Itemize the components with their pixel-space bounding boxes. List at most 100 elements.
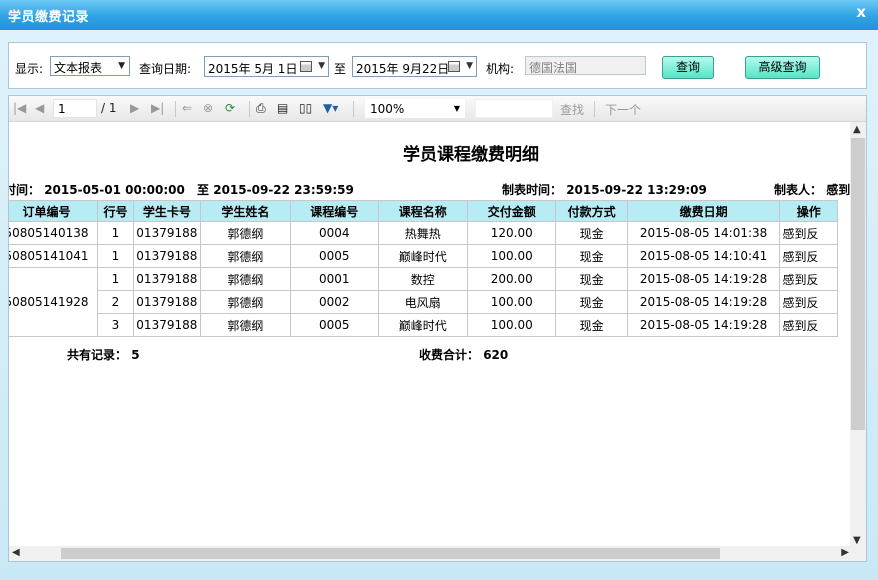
course-name-cell: 巅峰时代	[377, 313, 468, 337]
line-cell: 1	[96, 267, 134, 291]
filter-panel: 显示: 文本报表 ▼ 查询日期: 2015年 5月 1日 ▼ 至 2015年 9…	[8, 42, 867, 89]
back-icon[interactable]: ⇐	[182, 101, 192, 115]
course-name-cell: 热舞热	[377, 221, 468, 245]
zoom-select[interactable]: 100% ▼	[365, 99, 465, 118]
pay-date-cell: 2015-08-05 14:10:41	[626, 244, 781, 268]
scroll-left-icon[interactable]: ◀	[12, 547, 20, 558]
line-cell: 1	[96, 221, 134, 245]
name-cell: 郭德纲	[199, 290, 292, 314]
column-header[interactable]: 学生卡号	[132, 200, 201, 222]
total-fee-label: 收费合计：	[419, 348, 480, 362]
chevron-down-icon: ▼	[118, 61, 125, 71]
page-setup-icon[interactable]: ▤	[277, 101, 288, 115]
find-next-button[interactable]: 下一个	[605, 101, 641, 118]
find-button[interactable]: 查找	[560, 101, 584, 118]
column-header[interactable]: 课程名称	[377, 200, 468, 222]
made-by-value: 感到	[826, 183, 851, 197]
column-header[interactable]: 学生姓名	[199, 200, 292, 222]
table-header-row: 订单编号 行号 学生卡号 学生姓名 课程编号 课程名称 交付金额 付款方式 缴费…	[9, 200, 838, 222]
course-no-cell: 0001	[290, 267, 379, 291]
operator-cell: 感到反	[779, 313, 838, 337]
prev-page-icon[interactable]: ◀	[35, 101, 44, 115]
column-header[interactable]: 订单编号	[9, 200, 98, 222]
stop-icon[interactable]: ⊗	[203, 101, 213, 115]
card-cell: 01379188	[132, 290, 201, 314]
operator-cell: 感到反	[779, 290, 838, 314]
close-icon[interactable]: x	[856, 3, 866, 21]
page-number-input[interactable]: 1	[53, 99, 97, 118]
course-no-cell: 0005	[290, 313, 379, 337]
report-made-time: 制表时间： 2015-09-22 13:29:09	[502, 181, 707, 198]
query-button[interactable]: 查询	[662, 56, 714, 79]
scroll-right-icon[interactable]: ▶	[841, 547, 849, 558]
date-to-value: 2015年 9月22日	[356, 62, 450, 76]
amount-cell: 100.00	[466, 313, 557, 337]
made-by-label: 制表人：	[774, 183, 823, 197]
period-label: 时间：	[9, 183, 41, 197]
vertical-scroll-thumb[interactable]	[851, 138, 865, 430]
name-cell: 郭德纲	[199, 267, 292, 291]
report-made-by: 制表人： 感到	[774, 181, 850, 198]
scroll-up-icon[interactable]: ▲	[853, 124, 861, 135]
pay-date-cell: 2015-08-05 14:19:28	[626, 313, 781, 337]
last-page-icon[interactable]: ▶|	[151, 101, 164, 115]
line-cell: 1	[96, 244, 134, 268]
next-page-icon[interactable]: ▶	[130, 101, 139, 115]
pay-method-cell: 现金	[555, 290, 628, 314]
name-cell: 郭德纲	[199, 313, 292, 337]
date-from-picker[interactable]: 2015年 5月 1日 ▼	[204, 56, 329, 77]
window-client: 显示: 文本报表 ▼ 查询日期: 2015年 5月 1日 ▼ 至 2015年 9…	[0, 30, 878, 580]
chevron-down-icon: ▼	[453, 104, 460, 113]
pay-method-cell: 现金	[555, 267, 628, 291]
card-cell: 01379188	[132, 267, 201, 291]
scroll-down-icon[interactable]: ▼	[853, 535, 861, 546]
period-to: 2015-09-22 23:59:59	[213, 183, 354, 197]
calendar-icon	[300, 61, 312, 72]
find-input[interactable]	[475, 99, 553, 118]
display-select-value: 文本报表	[54, 61, 103, 75]
table-row: 50805140138 1 01379188 郭德纲 0004 热舞热 120.…	[9, 221, 838, 245]
amount-cell: 120.00	[466, 221, 557, 245]
org-field[interactable]: 德国法国	[525, 56, 646, 75]
date-to-picker[interactable]: 2015年 9月22日 ▼	[352, 56, 477, 77]
window-title: 学员缴费记录	[8, 10, 90, 25]
operator-cell: 感到反	[779, 267, 838, 291]
pay-method-cell: 现金	[555, 313, 628, 337]
column-header[interactable]: 课程编号	[290, 200, 379, 222]
card-cell: 01379188	[132, 313, 201, 337]
first-page-icon[interactable]: |◀	[13, 101, 26, 115]
course-name-cell: 电风扇	[377, 290, 468, 314]
print-layout-icon[interactable]: ▯▯	[299, 101, 312, 115]
column-header[interactable]: 交付金额	[466, 200, 557, 222]
print-icon[interactable]: ⎙	[256, 101, 266, 116]
export-icon[interactable]: ▼▾	[323, 101, 338, 115]
display-label: 显示:	[15, 62, 44, 76]
display-select[interactable]: 文本报表 ▼	[50, 56, 130, 76]
table-row: 2 01379188 郭德纲 0002 电风扇 100.00 现金 2015-0…	[9, 290, 838, 314]
toolbar-separator	[353, 101, 354, 117]
horizontal-scroll-thumb[interactable]	[61, 548, 720, 559]
column-header[interactable]: 缴费日期	[626, 200, 781, 222]
column-header[interactable]: 行号	[96, 200, 134, 222]
pay-date-cell: 2015-08-05 14:19:28	[626, 267, 781, 291]
line-cell: 3	[96, 313, 134, 337]
vertical-scrollbar[interactable]: ▲ ▼	[850, 122, 866, 548]
column-header[interactable]: 操作	[779, 200, 838, 222]
made-time-label: 制表时间：	[502, 183, 563, 197]
report-viewer: |◀ ◀ 1 / 1 ▶ ▶| ⇐ ⊗ ⟳ ⎙ ▤ ▯▯ ▼▾ 100% ▼ 查…	[8, 95, 867, 562]
column-header[interactable]: 付款方式	[555, 200, 628, 222]
horizontal-scrollbar[interactable]: ◀ ▶	[9, 546, 852, 561]
total-fee-value: 620	[483, 348, 509, 362]
order-cell: 50805140138	[9, 221, 98, 245]
made-time-value: 2015-09-22 13:29:09	[566, 183, 707, 197]
advanced-query-button[interactable]: 高级查询	[745, 56, 820, 79]
zoom-value: 100%	[370, 102, 405, 116]
refresh-icon[interactable]: ⟳	[225, 101, 235, 115]
total-fee: 收费合计： 620	[419, 346, 508, 363]
page-total-label: / 1	[101, 101, 117, 115]
chevron-down-icon: ▼	[466, 61, 473, 71]
name-cell: 郭德纲	[199, 244, 292, 268]
order-cell: 50805141928	[9, 267, 98, 337]
org-label: 机构:	[486, 62, 515, 76]
course-no-cell: 0005	[290, 244, 379, 268]
